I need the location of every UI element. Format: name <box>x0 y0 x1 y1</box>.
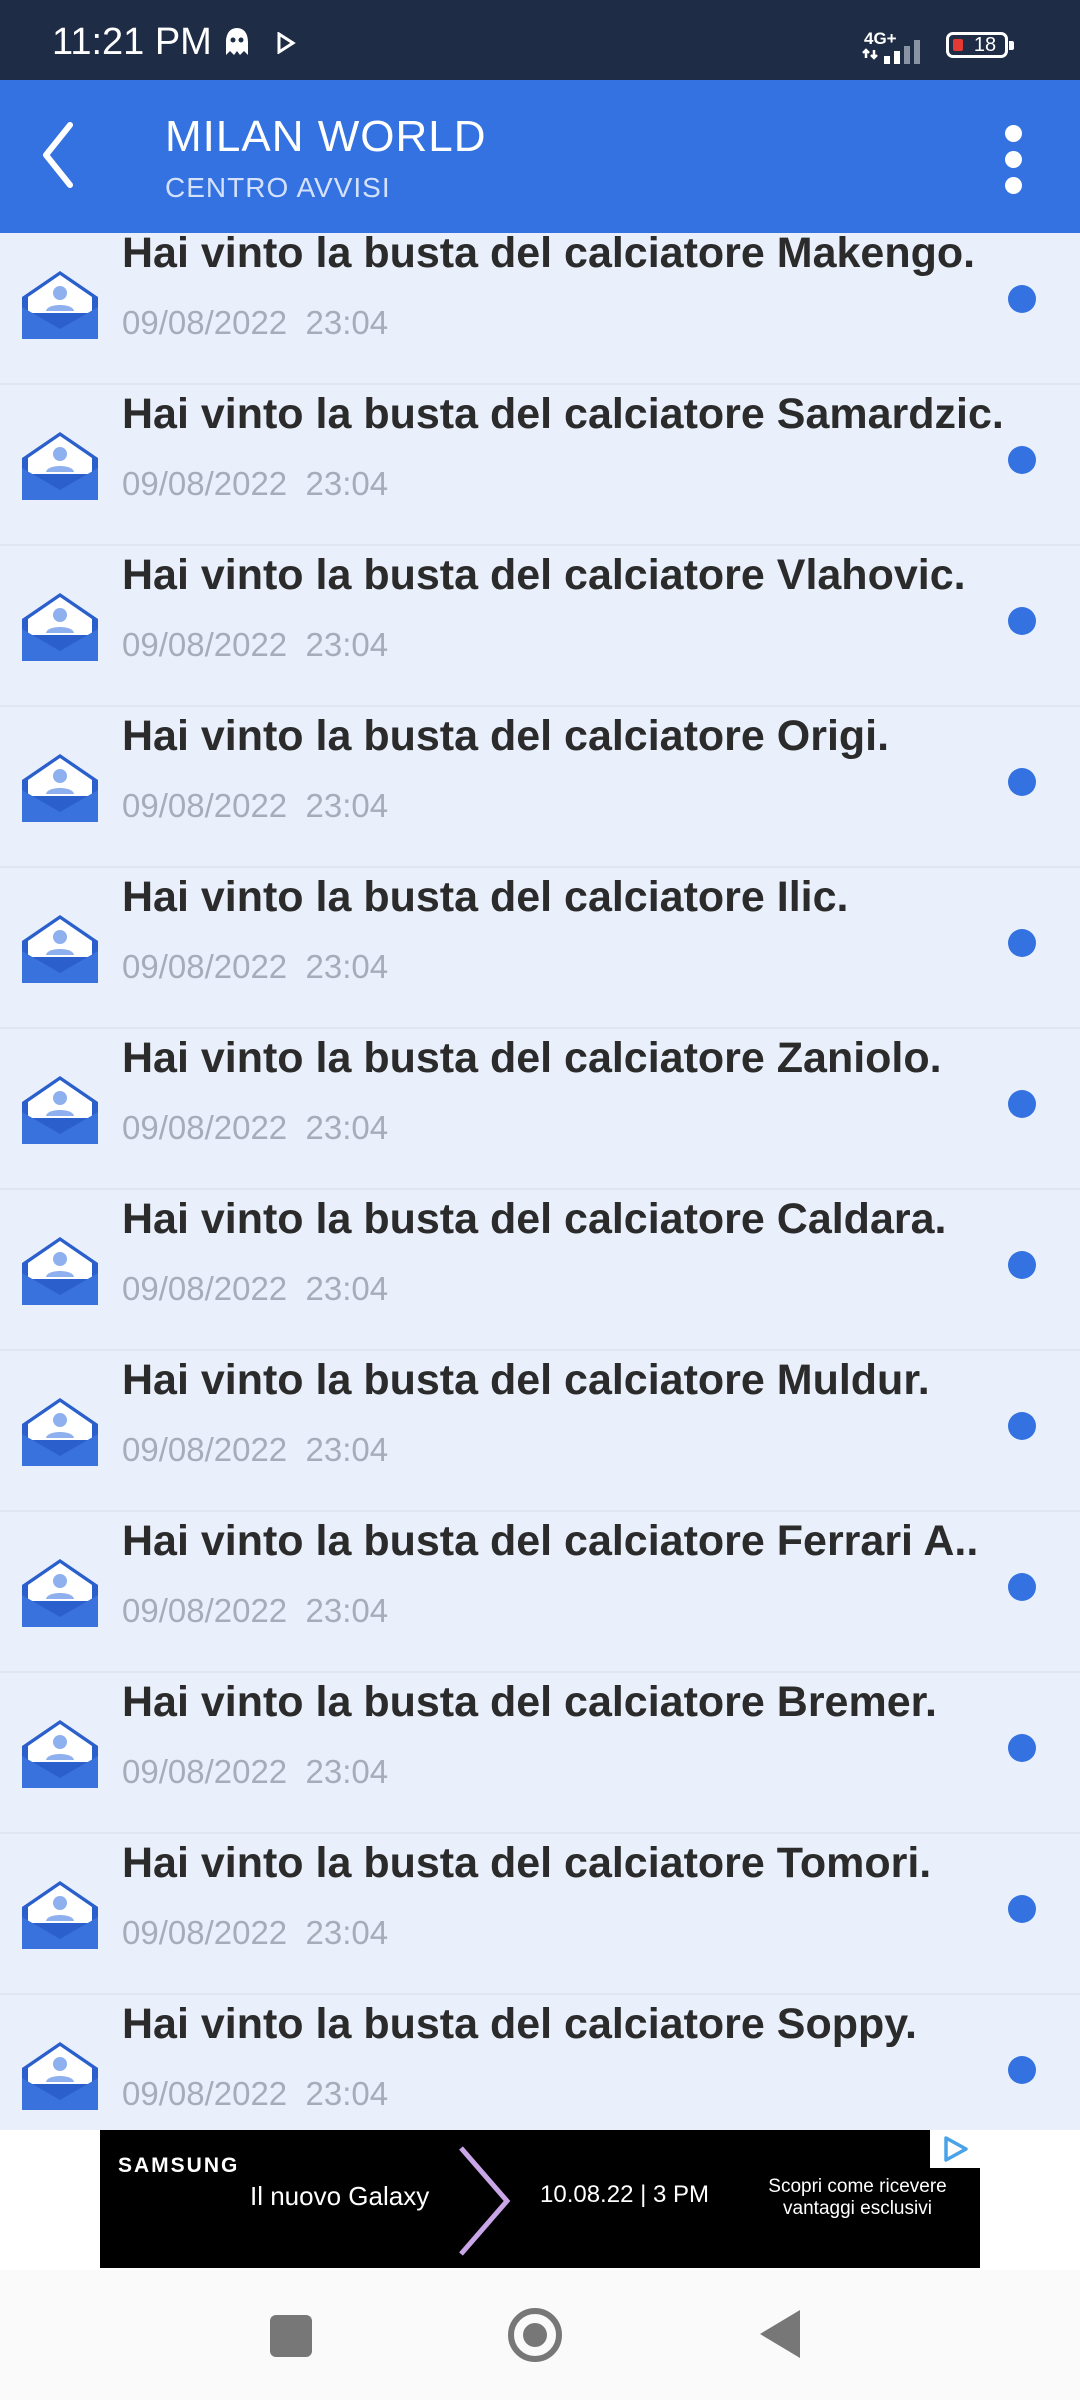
notification-message: Hai vinto la busta del calciatore Makeng… <box>122 233 976 277</box>
notification-date: 09/08/2022 23:04 <box>122 787 389 824</box>
unread-dot <box>1008 1573 1036 1601</box>
envelope-user-icon <box>20 2038 100 2114</box>
notification-date: 09/08/2022 23:04 <box>122 1431 389 1468</box>
notification-message: Hai vinto la busta del calciatore Ilic. <box>122 873 849 921</box>
list-item[interactable]: Hai vinto la busta del calciatore Caldar… <box>0 1191 1080 1351</box>
envelope-user-icon <box>20 1394 100 1470</box>
status-bar: 11:21 PM 4G+ 18 <box>0 0 1080 80</box>
battery-icon: 18 <box>946 32 1014 58</box>
ad-date: 10.08.22 | 3 PM <box>540 2181 710 2208</box>
envelope-user-icon <box>20 1555 100 1631</box>
unread-dot <box>1008 1412 1036 1440</box>
list-item[interactable]: Hai vinto la busta del calciatore Samard… <box>0 386 1080 546</box>
envelope-user-icon <box>20 428 100 504</box>
list-item[interactable]: Hai vinto la busta del calciatore Makeng… <box>0 233 1080 385</box>
notification-date: 09/08/2022 23:04 <box>122 2075 389 2112</box>
back-button[interactable] <box>30 115 90 195</box>
navigation-bar <box>0 2270 1080 2400</box>
unread-dot <box>1008 2056 1036 2084</box>
home-icon <box>523 2323 547 2347</box>
home-button[interactable] <box>508 2308 562 2362</box>
list-item[interactable]: Hai vinto la busta del calciatore Bremer… <box>0 1674 1080 1834</box>
ad-headline: Il nuovo Galaxy <box>250 2181 430 2211</box>
notification-date: 09/08/2022 23:04 <box>122 1270 389 1307</box>
unread-dot <box>1008 607 1036 635</box>
list-item[interactable]: Hai vinto la busta del calciatore Zaniol… <box>0 1030 1080 1190</box>
status-time: 11:21 PM <box>52 21 212 63</box>
envelope-user-icon <box>20 1877 100 1953</box>
notification-message: Hai vinto la busta del calciatore Origi. <box>122 712 890 760</box>
notification-message: Hai vinto la busta del calciatore Caldar… <box>122 1195 947 1243</box>
envelope-user-icon <box>20 750 100 826</box>
signal-icon <box>862 36 932 71</box>
unread-dot <box>1008 446 1036 474</box>
ghost-icon <box>222 26 252 63</box>
play-icon <box>276 31 296 59</box>
list-item[interactable]: Hai vinto la busta del calciatore Vlahov… <box>0 547 1080 707</box>
envelope-user-icon <box>20 589 100 665</box>
notification-message: Hai vinto la busta del calciatore Tomori… <box>122 1839 932 1887</box>
more-vertical-icon <box>1005 125 1022 142</box>
notification-date: 09/08/2022 23:04 <box>122 948 389 985</box>
unread-dot <box>1008 1251 1036 1279</box>
list-item[interactable]: Hai vinto la busta del calciatore Soppy.… <box>0 1996 1080 2130</box>
ad-zone: SAMSUNG Il nuovo Galaxy 10.08.22 | 3 PM … <box>0 2130 1080 2270</box>
envelope-user-icon <box>20 1716 100 1792</box>
back-icon <box>43 122 73 188</box>
ad-choices-icon[interactable] <box>930 2130 980 2168</box>
list-item[interactable]: Hai vinto la busta del calciatore Tomori… <box>0 1835 1080 1995</box>
list-item[interactable]: Hai vinto la busta del calciatore Muldur… <box>0 1352 1080 1512</box>
notification-date: 09/08/2022 23:04 <box>122 626 389 663</box>
envelope-user-icon <box>20 1233 100 1309</box>
notification-date: 09/08/2022 23:04 <box>122 1914 389 1951</box>
ad-brand: SAMSUNG <box>118 2154 240 2177</box>
notification-date: 09/08/2022 23:04 <box>122 1109 389 1146</box>
envelope-user-icon <box>20 1072 100 1148</box>
unread-dot <box>1008 768 1036 796</box>
notification-date: 09/08/2022 23:04 <box>122 1753 389 1790</box>
page-subtitle: CENTRO AVVISI <box>165 172 391 203</box>
envelope-user-icon <box>20 911 100 987</box>
chevron-right-icon <box>455 2142 515 2265</box>
notification-message: Hai vinto la busta del calciatore Ferrar… <box>122 1517 979 1565</box>
ad-banner[interactable]: SAMSUNG Il nuovo Galaxy 10.08.22 | 3 PM … <box>100 2130 980 2268</box>
recents-button[interactable] <box>270 2315 312 2357</box>
page-title: MILAN WORLD <box>165 112 487 161</box>
notification-message: Hai vinto la busta del calciatore Muldur… <box>122 1356 930 1404</box>
notification-date: 09/08/2022 23:04 <box>122 1592 389 1629</box>
notification-message: Hai vinto la busta del calciatore Bremer… <box>122 1678 937 1726</box>
list-item[interactable]: Hai vinto la busta del calciatore Origi.… <box>0 708 1080 868</box>
battery-level: 18 <box>973 34 997 56</box>
envelope-user-icon <box>20 267 100 343</box>
unread-dot <box>1008 285 1036 313</box>
list-item[interactable]: Hai vinto la busta del calciatore Ferrar… <box>0 1513 1080 1673</box>
more-options-button[interactable] <box>990 125 1040 195</box>
unread-dot <box>1008 1090 1036 1118</box>
notification-message: Hai vinto la busta del calciatore Samard… <box>122 390 1004 438</box>
notification-date: 09/08/2022 23:04 <box>122 304 389 341</box>
unread-dot <box>1008 1895 1036 1923</box>
unread-dot <box>1008 1734 1036 1762</box>
ad-cta: Scopri come ricevere vantaggi esclusivi <box>768 2176 947 2219</box>
notification-list[interactable]: Hai vinto la busta del calciatore Makeng… <box>0 233 1080 2130</box>
list-item[interactable]: Hai vinto la busta del calciatore Ilic. 0… <box>0 869 1080 1029</box>
app-bar: MILAN WORLD CENTRO AVVISI <box>0 80 1080 233</box>
notification-message: Hai vinto la busta del calciatore Vlahov… <box>122 551 966 599</box>
notification-date: 09/08/2022 23:04 <box>122 465 389 502</box>
unread-dot <box>1008 929 1036 957</box>
notification-message: Hai vinto la busta del calciatore Zaniol… <box>122 1034 942 1082</box>
notification-message: Hai vinto la busta del calciatore Soppy. <box>122 2000 917 2048</box>
nav-back-button[interactable] <box>760 2310 800 2358</box>
